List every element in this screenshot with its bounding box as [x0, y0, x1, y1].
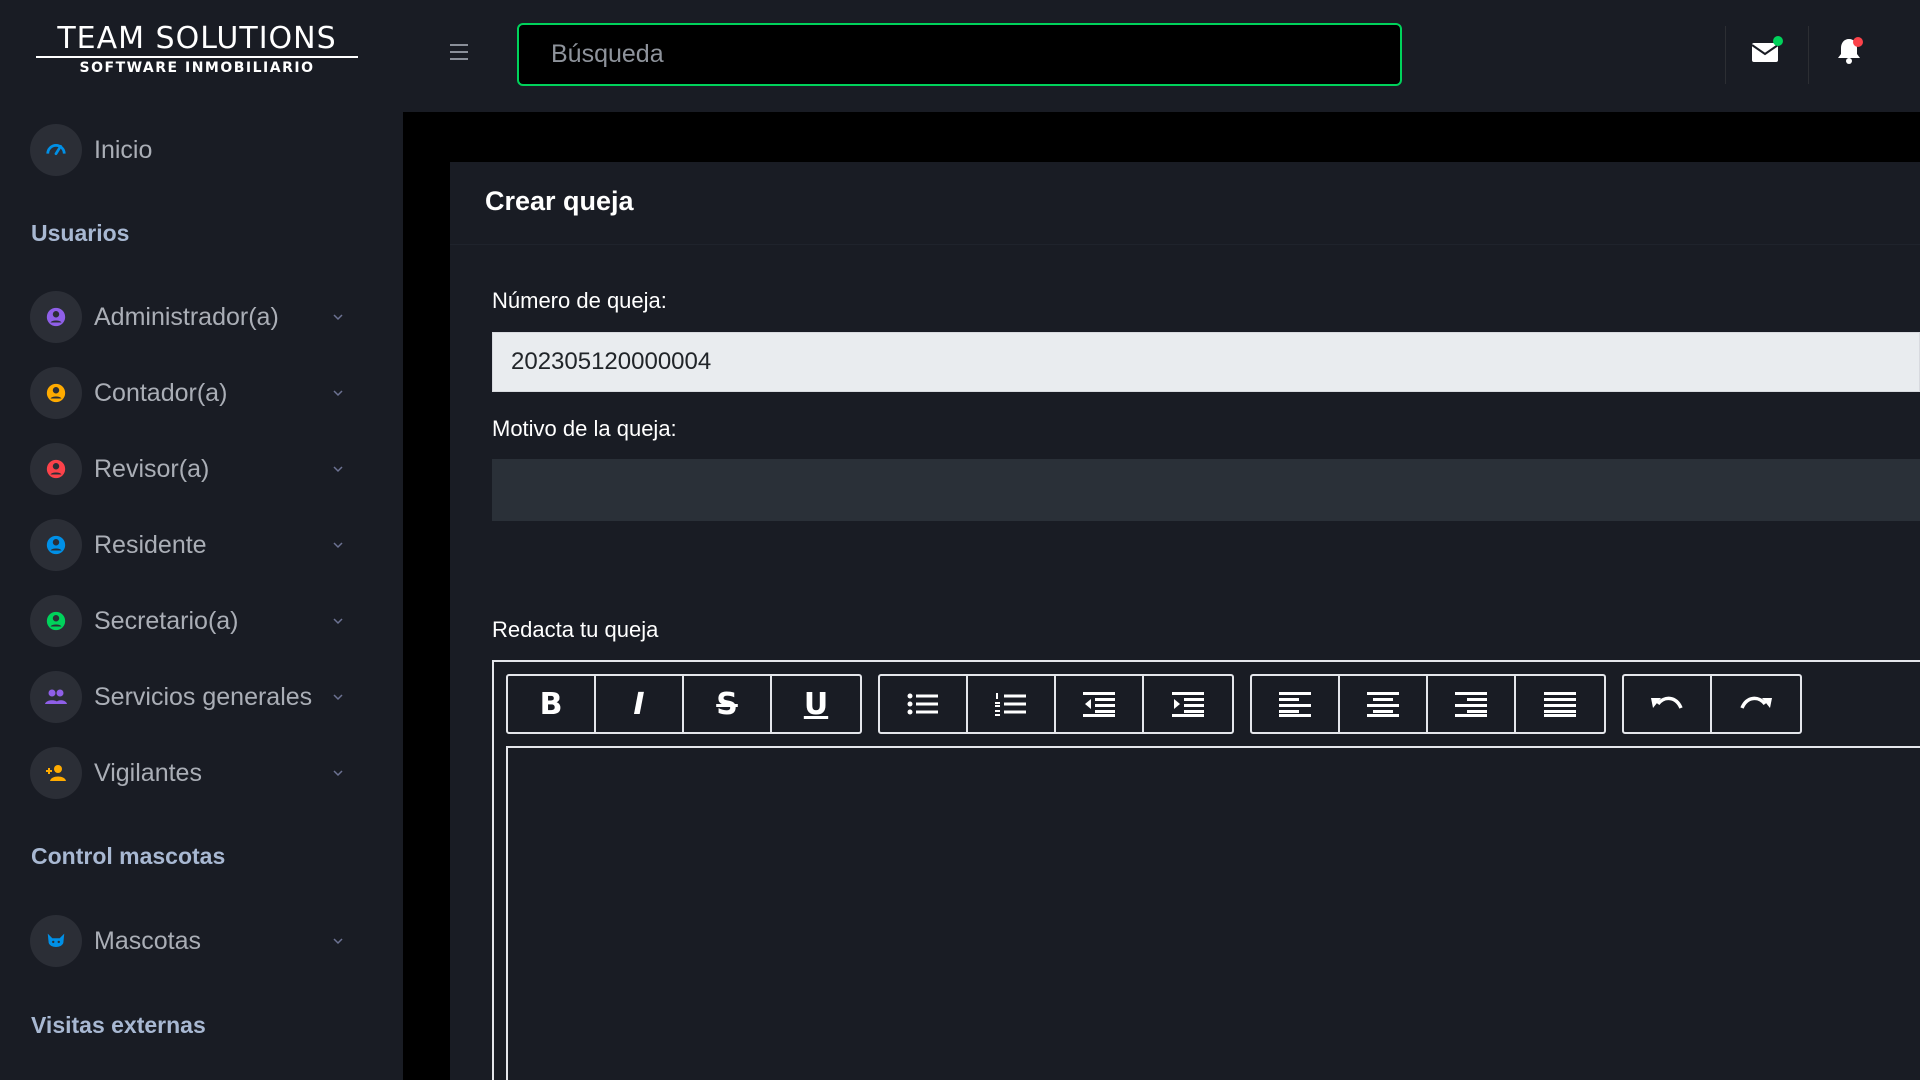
- search-input[interactable]: [517, 23, 1402, 86]
- align-left-icon: [1279, 692, 1311, 717]
- sidebar: TEAM SOLUTIONS SOFTWARE INMOBILIARIO Ini…: [0, 0, 403, 1080]
- sidebar-item-vigilantes[interactable]: Vigilantes: [30, 746, 360, 800]
- redo-icon: [1740, 696, 1772, 709]
- justify-icon: [1544, 692, 1576, 717]
- bullet-list-icon: [907, 693, 938, 715]
- bold-icon: B: [539, 686, 563, 722]
- logo-title: TEAM SOLUTIONS: [57, 21, 337, 56]
- sidebar-item-mascotas[interactable]: Mascotas: [30, 914, 360, 968]
- divider: [1725, 26, 1726, 84]
- align-right-icon: [1455, 692, 1487, 717]
- user-circle-icon: [30, 519, 82, 571]
- strikethrough-icon: S: [716, 686, 738, 722]
- editor-content-area[interactable]: [506, 746, 1920, 1080]
- chevron-down-icon: [333, 466, 343, 473]
- align-right-button[interactable]: [1428, 676, 1516, 732]
- indent-icon: [1172, 692, 1204, 717]
- sidebar-item-contador[interactable]: Contador(a): [30, 366, 360, 420]
- mail-icon[interactable]: [1749, 34, 1783, 68]
- bell-icon[interactable]: [1833, 34, 1867, 68]
- italic-button[interactable]: I: [596, 676, 684, 732]
- user-circle-icon: [30, 595, 82, 647]
- sidebar-item-servicios-generales[interactable]: Servicios generales: [30, 670, 360, 724]
- logo-subtitle: SOFTWARE INMOBILIARIO: [36, 56, 358, 76]
- brand-logo[interactable]: TEAM SOLUTIONS SOFTWARE INMOBILIARIO: [32, 22, 362, 82]
- numbered-list-icon: [995, 693, 1026, 716]
- sidebar-item-label: Vigilantes: [94, 758, 202, 787]
- chevron-down-icon: [333, 390, 343, 397]
- justify-button[interactable]: [1516, 676, 1604, 732]
- toolbar-group-history: [1622, 674, 1802, 734]
- section-title-control-mascotas: Control mascotas: [31, 843, 226, 869]
- sidebar-item-label: Contador(a): [94, 378, 228, 407]
- sidebar-item-label: Administrador(a): [94, 302, 279, 331]
- sidebar-item-residente[interactable]: Residente: [30, 518, 360, 572]
- sidebar-item-inicio[interactable]: Inicio: [30, 123, 360, 177]
- sidebar-item-administrador[interactable]: Administrador(a): [30, 290, 360, 344]
- card-title: Crear queja: [485, 186, 634, 216]
- redo-button[interactable]: [1712, 676, 1800, 732]
- strikethrough-button[interactable]: S: [684, 676, 772, 732]
- underline-button[interactable]: U: [772, 676, 860, 732]
- outdent-icon: [1083, 692, 1115, 717]
- speedometer-icon: [30, 124, 82, 176]
- sidebar-item-label: Secretario(a): [94, 606, 239, 635]
- undo-icon: [1651, 696, 1683, 709]
- sidebar-item-secretario[interactable]: Secretario(a): [30, 594, 360, 648]
- redacta-queja-label: Redacta tu queja: [492, 617, 659, 642]
- italic-icon: I: [633, 686, 645, 722]
- menu-toggle-icon[interactable]: [450, 44, 468, 60]
- rich-text-editor: B I S U: [492, 660, 1920, 1080]
- sidebar-item-revisor[interactable]: Revisor(a): [30, 442, 360, 496]
- paw-icon: [30, 915, 82, 967]
- sidebar-item-label: Mascotas: [94, 926, 201, 955]
- sidebar-item-label: Inicio: [94, 135, 153, 164]
- sidebar-item-label: Revisor(a): [94, 454, 210, 483]
- indent-button[interactable]: [1144, 676, 1232, 732]
- align-center-button[interactable]: [1340, 676, 1428, 732]
- toolbar-group-lists: [878, 674, 1234, 734]
- chevron-down-icon: [333, 542, 343, 549]
- user-circle-icon: [30, 367, 82, 419]
- chevron-down-icon: [333, 694, 343, 701]
- toolbar-group-alignment: [1250, 674, 1606, 734]
- bullet-list-button[interactable]: [880, 676, 968, 732]
- numbered-list-button[interactable]: [968, 676, 1056, 732]
- motivo-queja-input[interactable]: [492, 459, 1920, 521]
- undo-button[interactable]: [1624, 676, 1712, 732]
- numero-queja-input[interactable]: [492, 332, 1920, 392]
- user-plus-icon: [30, 747, 82, 799]
- chevron-down-icon: [333, 770, 343, 777]
- chevron-down-icon: [333, 938, 343, 945]
- section-title-visitas-externas: Visitas externas: [31, 1012, 206, 1038]
- chevron-down-icon: [333, 314, 343, 321]
- toolbar-group-format: B I S U: [506, 674, 862, 734]
- numero-queja-label: Número de queja:: [492, 288, 667, 313]
- users-icon: [30, 671, 82, 723]
- divider: [1808, 26, 1809, 84]
- user-circle-icon: [30, 291, 82, 343]
- top-navbar: [403, 0, 1920, 112]
- bold-button[interactable]: B: [508, 676, 596, 732]
- align-left-button[interactable]: [1252, 676, 1340, 732]
- outdent-button[interactable]: [1056, 676, 1144, 732]
- sidebar-item-label: Servicios generales: [94, 682, 313, 711]
- main-content: Crear queja Número de queja: Motivo de l…: [403, 112, 1920, 1080]
- user-circle-icon: [30, 443, 82, 495]
- underline-icon: U: [803, 686, 829, 722]
- chevron-down-icon: [333, 618, 343, 625]
- section-title-usuarios: Usuarios: [31, 220, 130, 246]
- create-complaint-card: Crear queja Número de queja: Motivo de l…: [450, 162, 1920, 1080]
- align-center-icon: [1367, 692, 1399, 717]
- motivo-queja-label: Motivo de la queja:: [492, 416, 677, 441]
- sidebar-item-label: Residente: [94, 530, 207, 559]
- divider: [450, 244, 1920, 245]
